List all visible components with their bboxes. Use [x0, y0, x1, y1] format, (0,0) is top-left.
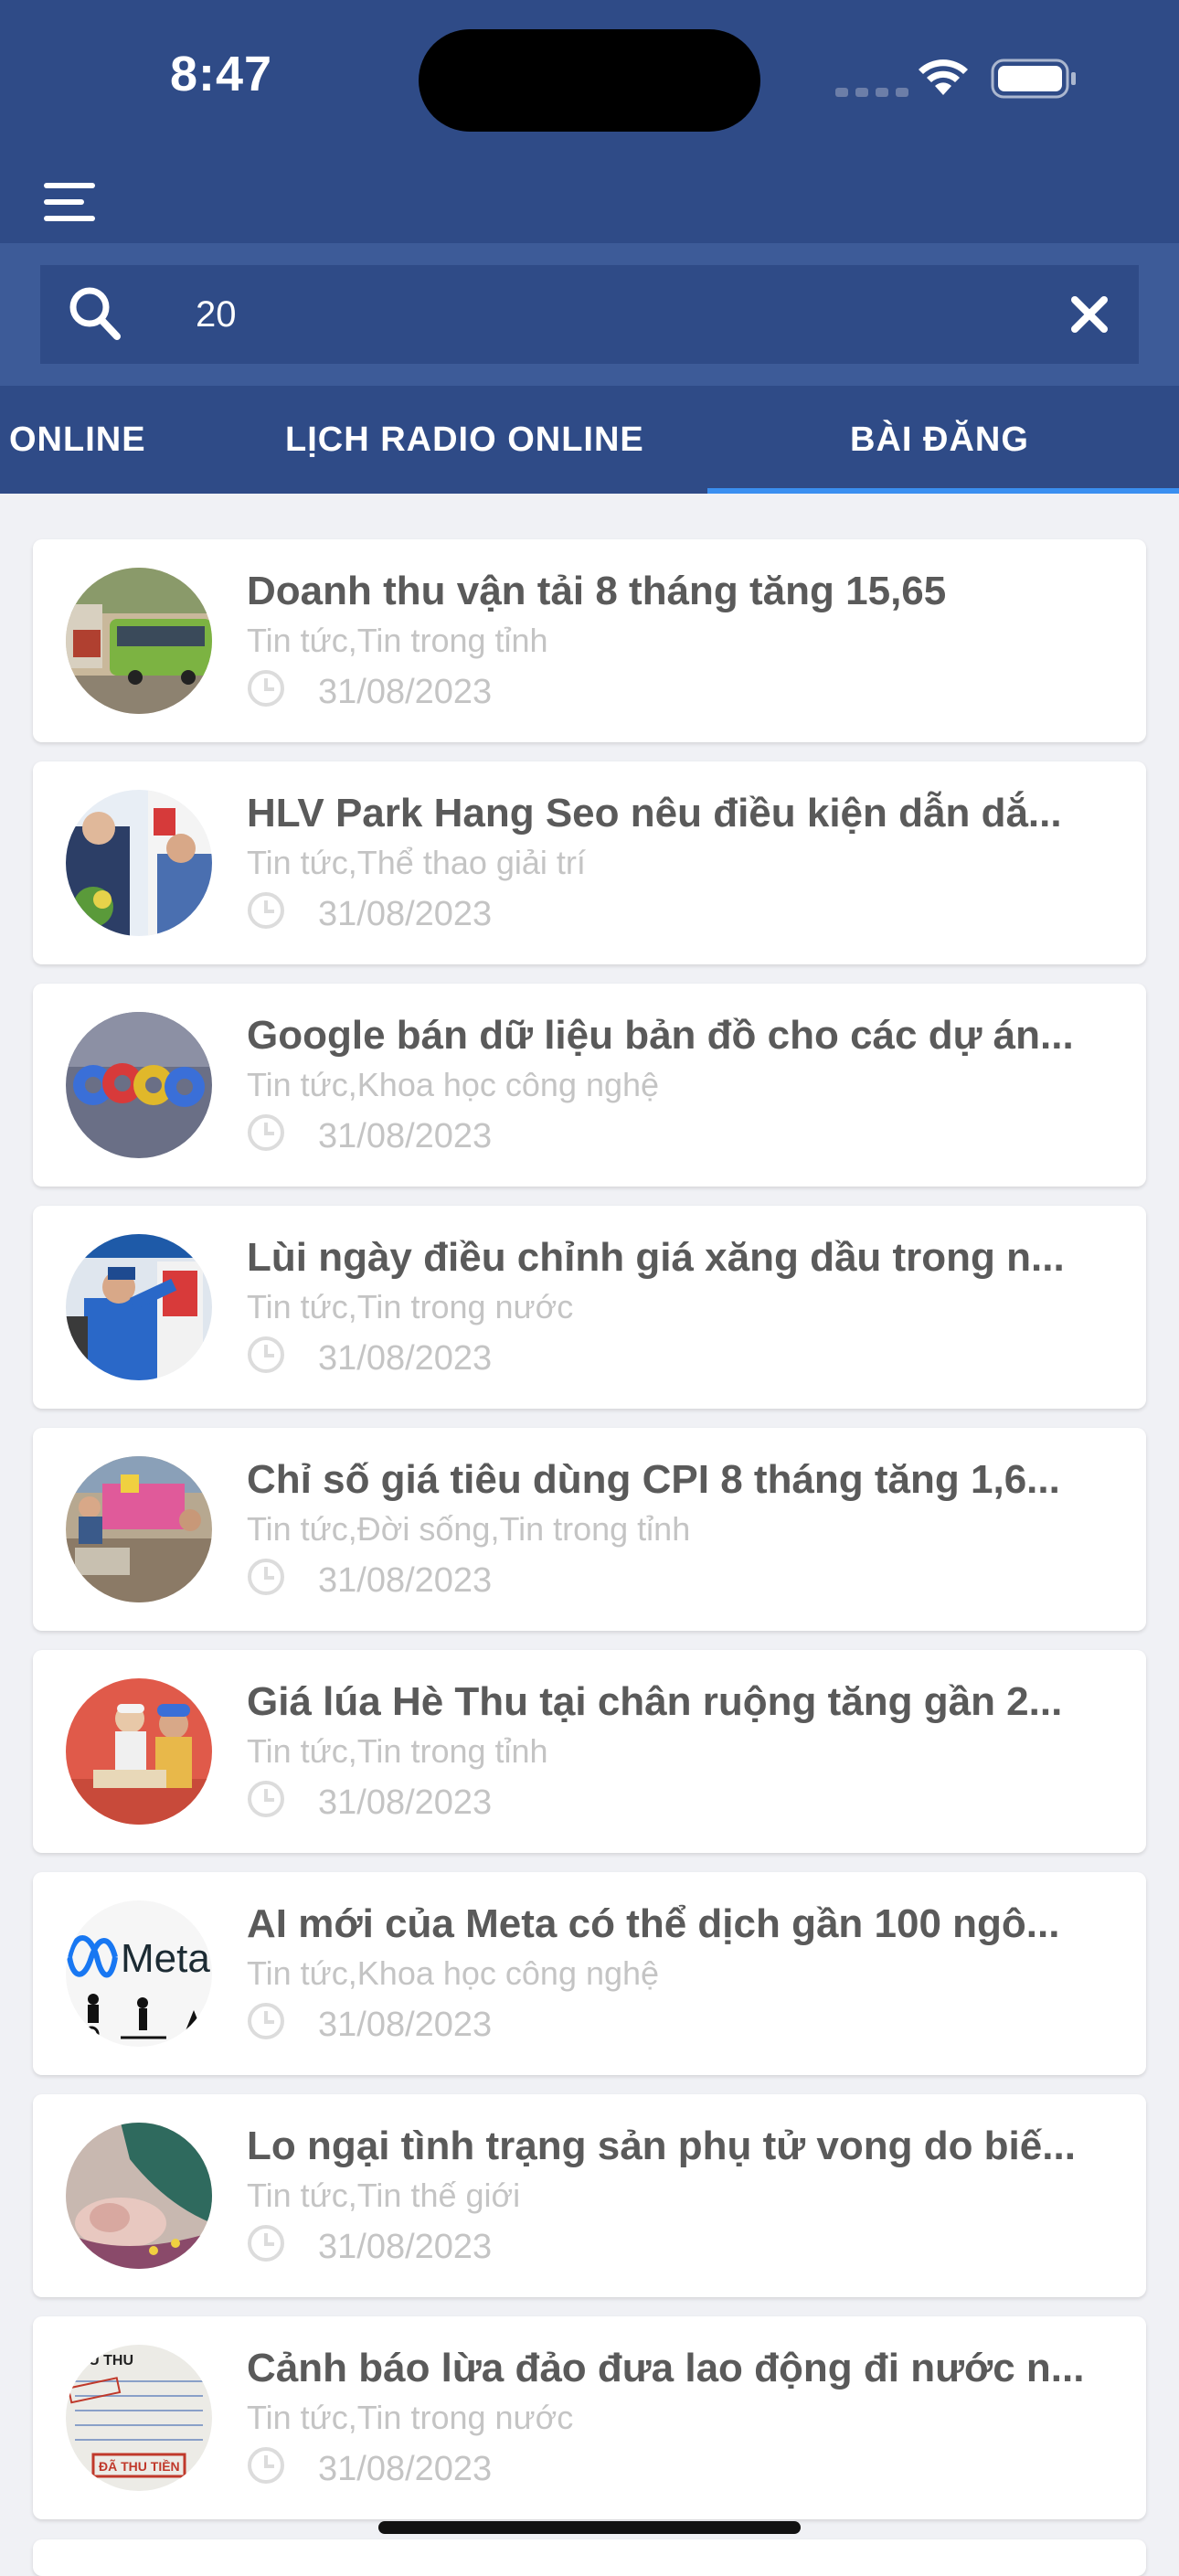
post-category: Tin tức,Khoa học công nghệ	[247, 1954, 660, 1992]
post-card[interactable]: Meta AI mới của Meta có thể dịch gần 100…	[33, 1872, 1146, 2075]
post-card[interactable]: Giá lúa Hè Thu tại chân ruộng tăng gần 2…	[33, 1650, 1146, 1853]
post-title: Lùi ngày điều chỉnh giá xăng dầu trong n…	[247, 1235, 1065, 1280]
post-card[interactable]: Lùi ngày điều chỉnh giá xăng dầu trong n…	[33, 1206, 1146, 1409]
post-title: AI mới của Meta có thể dịch gần 100 ngô.…	[247, 1901, 1060, 1946]
home-indicator[interactable]	[378, 2521, 801, 2534]
post-title: Doanh thu vận tải 8 tháng tăng 15,65	[247, 569, 947, 613]
clock-icon	[248, 1114, 284, 1151]
post-category: Tin tức,Tin trong nước	[247, 2399, 574, 2436]
document-header-text: IEU THU	[75, 2353, 133, 2368]
post-title: HLV Park Hang Seo nêu điều kiện dẫn dắ..…	[247, 791, 1062, 836]
search-bar	[0, 243, 1179, 386]
post-card[interactable]: Google bán dữ liệu bản đồ cho các dự án.…	[33, 984, 1146, 1187]
post-thumbnail	[66, 2123, 212, 2269]
post-thumbnail	[66, 1012, 212, 1158]
clock-icon	[248, 2225, 284, 2262]
post-date: 31/08/2023	[318, 2228, 493, 2266]
clock-icon	[248, 670, 284, 707]
post-date: 31/08/2023	[318, 1561, 493, 1600]
close-icon[interactable]	[1069, 294, 1110, 335]
active-tab-indicator	[707, 488, 1179, 494]
post-card[interactable]: HLV Park Hang Seo nêu điều kiện dẫn dắ..…	[33, 761, 1146, 964]
post-thumbnail: Meta	[66, 1900, 212, 2047]
paid-stamp-text: ĐÃ THU TIỀN	[99, 2458, 180, 2474]
post-card[interactable]: Doanh thu vận tải 8 tháng tăng 15,65 Tin…	[33, 539, 1146, 742]
post-date: 31/08/2023	[318, 1783, 493, 1822]
cellular-signal-icon	[835, 88, 908, 97]
post-thumbnail	[66, 1456, 212, 1602]
post-thumbnail	[66, 790, 212, 936]
post-title: Chỉ số giá tiêu dùng CPI 8 tháng tăng 1,…	[247, 1457, 1060, 1502]
post-thumbnail	[66, 568, 212, 714]
post-date: 31/08/2023	[318, 2450, 493, 2488]
post-title: Cảnh báo lừa đảo đưa lao động đi nước n.…	[247, 2346, 1085, 2390]
post-title: Lo ngại tình trạng sản phụ tử vong do bi…	[247, 2124, 1076, 2168]
hamburger-icon[interactable]	[44, 183, 97, 221]
clock-icon	[248, 2447, 284, 2484]
tab-bar: ONLINE LỊCH RADIO ONLINE BÀI ĐĂNG	[0, 386, 1179, 494]
battery-icon	[991, 59, 1076, 99]
post-category: Tin tức,Thể thao giải trí	[247, 844, 586, 881]
clock-icon	[248, 2003, 284, 2039]
post-date: 31/08/2023	[318, 2006, 493, 2044]
post-card[interactable]: Chỉ số giá tiêu dùng CPI 8 tháng tăng 1,…	[33, 1428, 1146, 1631]
search-box[interactable]	[40, 265, 1139, 364]
post-date: 31/08/2023	[318, 895, 493, 933]
dynamic-island	[419, 29, 760, 132]
post-title: Google bán dữ liệu bản đồ cho các dự án.…	[247, 1013, 1074, 1058]
post-title: Giá lúa Hè Thu tại chân ruộng tăng gần 2…	[247, 1679, 1063, 1724]
post-category: Tin tức,Tin trong tỉnh	[247, 622, 548, 659]
post-date: 31/08/2023	[318, 673, 493, 711]
search-icon	[69, 287, 121, 340]
wifi-icon	[919, 59, 968, 95]
clock-icon	[248, 892, 284, 929]
post-thumbnail: IEU THU ĐÃ THU TIỀN	[66, 2345, 212, 2491]
status-time: 8:47	[170, 47, 273, 101]
post-card[interactable]: Lo ngại tình trạng sản phụ tử vong do bi…	[33, 2094, 1146, 2297]
tab-radio-schedule[interactable]: LỊCH RADIO ONLINE	[285, 386, 644, 494]
clock-icon	[248, 1336, 284, 1373]
post-date: 31/08/2023	[318, 1339, 493, 1378]
tab-online[interactable]: ONLINE	[9, 386, 146, 494]
post-category: Tin tức,Tin trong tỉnh	[247, 1732, 548, 1770]
post-category: Tin tức,Tin thế giới	[247, 2177, 521, 2214]
post-card[interactable]: IEU THU ĐÃ THU TIỀN Cảnh báo lừa đảo đưa…	[33, 2316, 1146, 2519]
meta-logo-text: Meta	[121, 1936, 210, 1981]
post-category: Tin tức,Khoa học công nghệ	[247, 1066, 660, 1103]
post-category: Tin tức,Tin trong nước	[247, 1288, 574, 1325]
post-card-partial[interactable]	[33, 2539, 1146, 2576]
post-date: 31/08/2023	[318, 1117, 493, 1155]
post-thumbnail	[66, 1678, 212, 1825]
post-category: Tin tức,Đời sống,Tin trong tỉnh	[247, 1510, 691, 1548]
post-thumbnail	[66, 1234, 212, 1380]
clock-icon	[248, 1781, 284, 1817]
app-header: 8:47	[0, 0, 1179, 243]
search-input[interactable]	[152, 265, 974, 364]
tab-posts[interactable]: BÀI ĐĂNG	[850, 386, 1029, 494]
clock-icon	[248, 1559, 284, 1595]
